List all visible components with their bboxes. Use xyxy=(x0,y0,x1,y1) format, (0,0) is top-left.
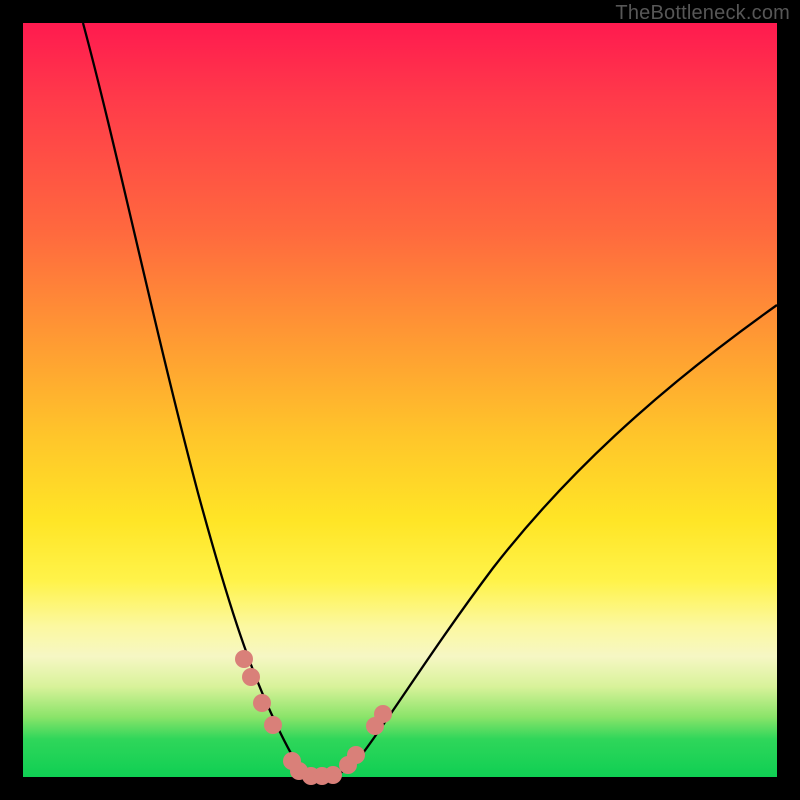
attribution-text: TheBottleneck.com xyxy=(615,2,790,25)
data-bead xyxy=(242,668,260,686)
data-bead xyxy=(253,694,271,712)
curve-left-branch xyxy=(83,23,309,776)
data-bead xyxy=(374,705,392,723)
data-bead xyxy=(235,650,253,668)
chart-frame: TheBottleneck.com xyxy=(0,0,800,800)
chart-plot-area xyxy=(23,23,777,777)
curve-right-branch xyxy=(331,305,777,777)
data-bead xyxy=(264,716,282,734)
data-bead xyxy=(347,746,365,764)
bottleneck-curve xyxy=(23,23,777,777)
data-bead xyxy=(324,766,342,784)
